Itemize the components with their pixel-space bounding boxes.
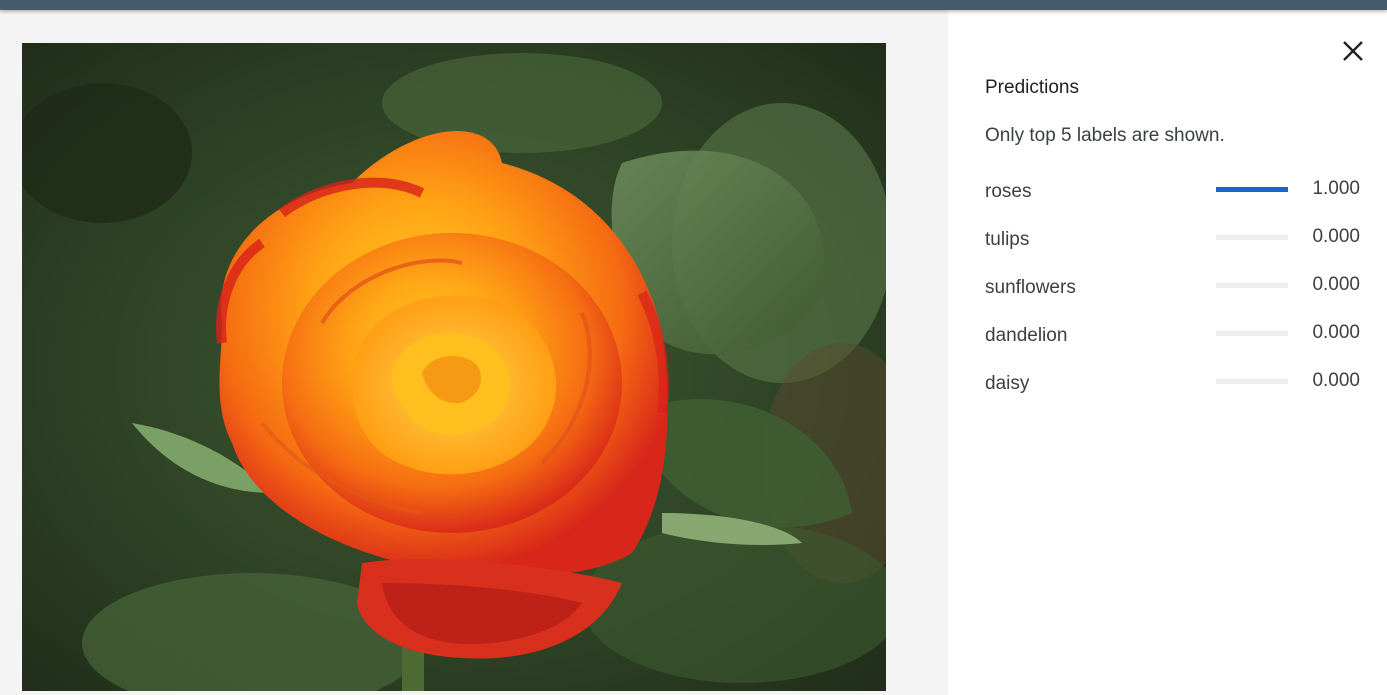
close-icon (1343, 41, 1363, 61)
prediction-bar-fill (1216, 187, 1288, 192)
top-app-bar (0, 0, 1387, 10)
prediction-row: daisy 0.000 (985, 370, 1360, 418)
prediction-bar (1216, 187, 1288, 192)
rose-photo-illustration (22, 43, 886, 691)
prediction-row: sunflowers 0.000 (985, 274, 1360, 322)
prediction-bar (1216, 235, 1288, 240)
prediction-score: 0.000 (1312, 322, 1360, 343)
prediction-label: dandelion (985, 325, 1068, 346)
prediction-score: 1.000 (1312, 178, 1360, 199)
rose-photo (22, 43, 886, 691)
close-button[interactable] (1338, 36, 1368, 66)
prediction-bar (1216, 379, 1288, 384)
prediction-score: 0.000 (1312, 274, 1360, 295)
prediction-score: 0.000 (1312, 370, 1360, 391)
prediction-row: dandelion 0.000 (985, 322, 1360, 370)
prediction-label: tulips (985, 229, 1030, 250)
image-pane (0, 10, 948, 695)
panel-note: Only top 5 labels are shown. (985, 125, 1225, 146)
prediction-label: roses (985, 181, 1032, 202)
prediction-bar (1216, 331, 1288, 336)
predictions-panel: Predictions Only top 5 labels are shown.… (948, 10, 1387, 695)
prediction-row: roses 1.000 (985, 178, 1360, 226)
prediction-label: sunflowers (985, 277, 1076, 298)
panel-title: Predictions (985, 77, 1079, 98)
prediction-label: daisy (985, 373, 1030, 394)
prediction-list: roses 1.000 tulips 0.000 sunflowers 0.00… (985, 178, 1360, 418)
prediction-bar (1216, 283, 1288, 288)
prediction-score: 0.000 (1312, 226, 1360, 247)
prediction-row: tulips 0.000 (985, 226, 1360, 274)
